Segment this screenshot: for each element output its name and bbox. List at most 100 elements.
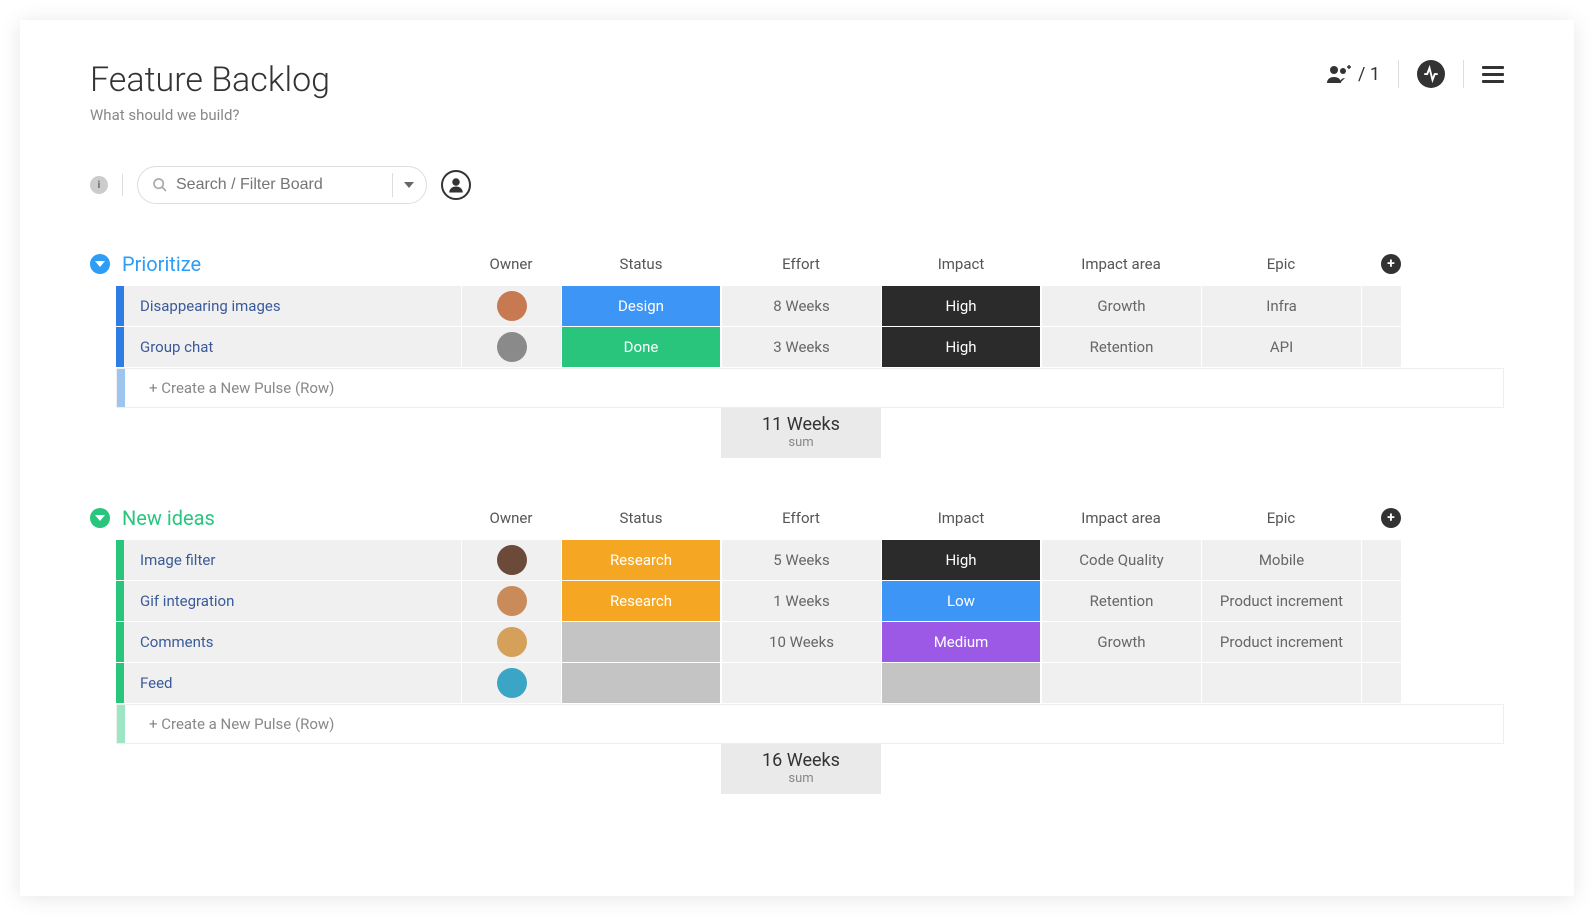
effort-cell[interactable]: 5 Weeks (721, 540, 881, 580)
impact-cell[interactable]: Medium (882, 622, 1040, 662)
owner-cell[interactable] (461, 663, 561, 703)
search-input[interactable] (176, 176, 386, 194)
column-header: Status (561, 509, 721, 527)
avatar (497, 291, 527, 321)
owner-cell[interactable] (461, 581, 561, 621)
owner-cell[interactable] (461, 327, 561, 367)
table-row[interactable]: Image filter Research 5 Weeks High Code … (116, 540, 1504, 580)
row-stripe (117, 369, 125, 407)
table-row[interactable]: Disappearing images Design 8 Weeks High … (116, 286, 1504, 326)
epic-cell[interactable]: Infra (1201, 286, 1361, 326)
column-header: Impact (881, 509, 1041, 527)
table-row[interactable]: Feed (116, 663, 1504, 703)
effort-cell[interactable] (721, 663, 881, 703)
impact-cell[interactable] (882, 663, 1040, 703)
impact-area-cell[interactable]: Retention (1041, 327, 1201, 367)
summary-label: sum (721, 435, 881, 450)
pulse-name[interactable]: Group chat (124, 327, 461, 367)
group-title[interactable]: Prioritize (116, 252, 461, 276)
column-header: Epic (1201, 255, 1361, 273)
pulse-name[interactable]: Disappearing images (124, 286, 461, 326)
page-title: Feature Backlog (90, 60, 330, 100)
owner-cell[interactable] (461, 286, 561, 326)
collapse-button[interactable] (90, 508, 110, 528)
effort-cell[interactable]: 10 Weeks (721, 622, 881, 662)
status-cell[interactable]: Research (562, 581, 720, 621)
status-cell[interactable] (562, 622, 720, 662)
column-header: Impact area (1041, 509, 1201, 527)
status-cell[interactable] (562, 663, 720, 703)
menu-button[interactable] (1482, 66, 1504, 83)
epic-cell[interactable]: Product increment (1201, 622, 1361, 662)
summary-value: 11 Weeks (721, 414, 881, 435)
chevron-down-icon (404, 182, 414, 188)
impact-cell[interactable]: High (882, 540, 1040, 580)
profile-filter-button[interactable] (441, 170, 471, 200)
new-pulse-label: + Create a New Pulse (Row) (125, 369, 1503, 407)
column-header: Effort (721, 255, 881, 273)
new-pulse-row[interactable]: + Create a New Pulse (Row) (116, 704, 1504, 744)
effort-summary: 16 Weeks sum (721, 744, 881, 794)
impact-area-cell[interactable] (1041, 663, 1201, 703)
pulse-name[interactable]: Feed (124, 663, 461, 703)
person-icon (447, 176, 465, 194)
avatar (497, 586, 527, 616)
pulse-name[interactable]: Image filter (124, 540, 461, 580)
impact-area-cell[interactable]: Growth (1041, 622, 1201, 662)
status-cell[interactable]: Design (562, 286, 720, 326)
epic-cell[interactable]: Product increment (1201, 581, 1361, 621)
pulse-name[interactable]: Comments (124, 622, 461, 662)
row-stripe (116, 622, 124, 662)
status-cell[interactable]: Done (562, 327, 720, 367)
table-row[interactable]: Gif integration Research 1 Weeks Low Ret… (116, 581, 1504, 621)
effort-cell[interactable]: 3 Weeks (721, 327, 881, 367)
info-badge[interactable]: i (90, 176, 108, 194)
column-header: Owner (461, 509, 561, 527)
effort-summary: 11 Weeks sum (721, 408, 881, 458)
impact-area-cell[interactable]: Growth (1041, 286, 1201, 326)
impact-cell[interactable]: Low (882, 581, 1040, 621)
epic-cell[interactable] (1201, 663, 1361, 703)
divider (1463, 60, 1464, 88)
add-column-button[interactable]: + (1381, 508, 1401, 528)
table-row[interactable]: Group chat Done 3 Weeks High Retention A… (116, 327, 1504, 367)
epic-cell[interactable]: API (1201, 327, 1361, 367)
impact-cell[interactable]: High (882, 327, 1040, 367)
new-pulse-row[interactable]: + Create a New Pulse (Row) (116, 368, 1504, 408)
row-stripe (117, 705, 125, 743)
pulse-name[interactable]: Gif integration (124, 581, 461, 621)
hamburger-icon (1482, 66, 1504, 69)
search-icon (152, 177, 168, 193)
people-button[interactable]: / 1 (1326, 64, 1380, 85)
row-tail (1361, 581, 1401, 621)
chevron-down-icon (95, 261, 105, 267)
effort-cell[interactable]: 8 Weeks (721, 286, 881, 326)
search-dropdown[interactable] (392, 173, 416, 197)
avatar (497, 668, 527, 698)
owner-cell[interactable] (461, 540, 561, 580)
avatar (497, 332, 527, 362)
effort-cell[interactable]: 1 Weeks (721, 581, 881, 621)
row-tail (1361, 286, 1401, 326)
row-stripe (116, 581, 124, 621)
page-subtitle: What should we build? (90, 106, 330, 124)
impact-cell[interactable]: High (882, 286, 1040, 326)
impact-area-cell[interactable]: Retention (1041, 581, 1201, 621)
row-tail (1361, 327, 1401, 367)
collapse-button[interactable] (90, 254, 110, 274)
search-box[interactable] (137, 166, 427, 204)
impact-area-cell[interactable]: Code Quality (1041, 540, 1201, 580)
activity-button[interactable] (1417, 60, 1445, 88)
people-plus-icon (1326, 64, 1352, 84)
table-row[interactable]: Comments 10 Weeks Medium Growth Product … (116, 622, 1504, 662)
column-header: Epic (1201, 509, 1361, 527)
group-title[interactable]: New ideas (116, 506, 461, 530)
epic-cell[interactable]: Mobile (1201, 540, 1361, 580)
status-cell[interactable]: Research (562, 540, 720, 580)
add-column-button[interactable]: + (1381, 254, 1401, 274)
summary-value: 16 Weeks (721, 750, 881, 771)
owner-cell[interactable] (461, 622, 561, 662)
row-tail (1361, 622, 1401, 662)
divider (122, 174, 123, 196)
row-stripe (116, 286, 124, 326)
